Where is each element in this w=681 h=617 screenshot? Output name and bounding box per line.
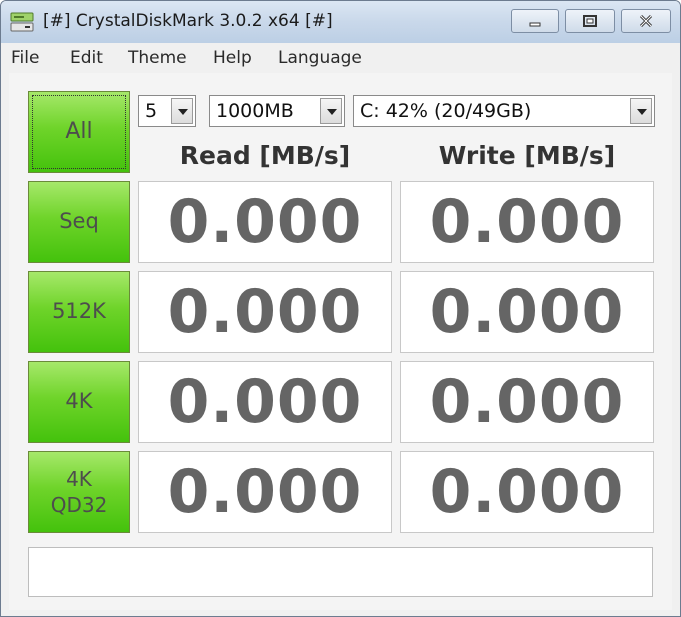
512k-button-label: 512K [52,299,106,324]
4k-qd32-label-line2: QD32 [50,493,108,517]
disk-icon [10,12,34,32]
512k-read-value: 0.000 [138,271,392,353]
all-button-label: All [65,118,93,144]
comment-field[interactable] [28,547,653,597]
seq-button-label: Seq [59,209,99,234]
4k-write-text: 0.000 [429,367,625,437]
write-header: Write [MB/s] [438,141,616,170]
chevron-down-icon[interactable] [320,98,342,124]
main-panel: All 5 1000MB C: 42% (20/49GB) Read [MB/s… [9,73,672,610]
4k-qd32-read-value: 0.000 [138,451,392,533]
drive-select[interactable]: C: 42% (20/49GB) [353,95,655,127]
seq-write-value: 0.000 [400,181,654,263]
menu-language[interactable]: Language [278,48,362,68]
4k-qd32-read-text: 0.000 [167,457,363,527]
size-select[interactable]: 1000MB [209,95,345,127]
menu-file[interactable]: File [11,48,39,68]
4k-qd32-button[interactable]: 4K QD32 [28,451,130,533]
512k-write-value: 0.000 [400,271,654,353]
title-bar[interactable]: [#] CrystalDiskMark 3.0.2 x64 [#] [1,1,680,43]
4k-qd32-label-line1: 4K [66,467,92,491]
512k-write-text: 0.000 [429,277,625,347]
close-button[interactable] [621,9,671,33]
app-window: [#] CrystalDiskMark 3.0.2 x64 [#] File E… [0,0,681,617]
read-header: Read [MB/s] [179,141,351,170]
4k-button[interactable]: 4K [28,361,130,443]
runs-select[interactable]: 5 [138,95,196,127]
maximize-button[interactable] [565,9,615,33]
seq-write-text: 0.000 [429,187,625,257]
4k-read-text: 0.000 [167,367,363,437]
512k-button[interactable]: 512K [28,271,130,353]
maximize-icon [583,15,597,27]
menu-bar: File Edit Theme Help Language [1,43,680,73]
runs-value: 5 [145,100,158,122]
4k-read-value: 0.000 [138,361,392,443]
512k-read-text: 0.000 [167,277,363,347]
seq-read-text: 0.000 [167,187,363,257]
4k-qd32-write-text: 0.000 [429,457,625,527]
drive-value: C: 42% (20/49GB) [360,100,532,122]
close-icon [639,14,653,28]
minimize-icon [529,22,541,27]
chevron-down-icon[interactable] [171,98,193,124]
4k-qd32-write-value: 0.000 [400,451,654,533]
all-button[interactable]: All [28,91,130,173]
minimize-button[interactable] [511,9,559,33]
menu-help[interactable]: Help [213,48,252,68]
menu-theme[interactable]: Theme [128,48,187,68]
4k-button-label: 4K [65,389,93,414]
menu-edit[interactable]: Edit [70,48,103,68]
chevron-down-icon[interactable] [630,98,652,124]
4k-write-value: 0.000 [400,361,654,443]
seq-read-value: 0.000 [138,181,392,263]
seq-button[interactable]: Seq [28,181,130,263]
window-title: [#] CrystalDiskMark 3.0.2 x64 [#] [43,11,333,31]
size-value: 1000MB [216,100,294,122]
